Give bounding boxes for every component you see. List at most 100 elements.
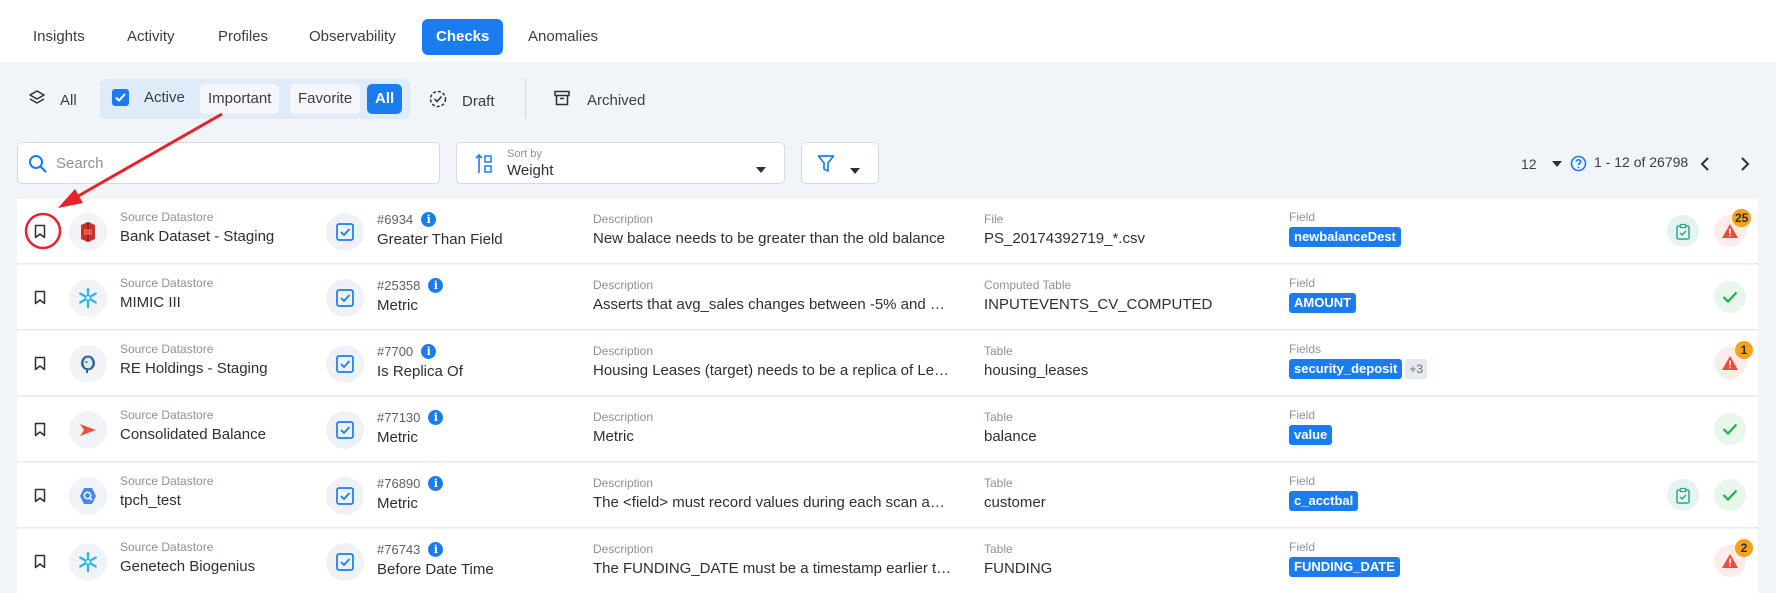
bookmark-icon[interactable] bbox=[34, 224, 46, 244]
datastore-name[interactable]: MIMIC III bbox=[120, 294, 181, 311]
datastore-name[interactable]: Bank Dataset - Staging bbox=[120, 228, 274, 245]
filter-favorite[interactable]: Favorite bbox=[290, 84, 361, 114]
field-label: Field bbox=[1289, 540, 1316, 554]
description-text: New balace needs to be greater than the … bbox=[593, 230, 945, 247]
check-id-line: #76890 i bbox=[377, 476, 444, 491]
check-id: #76890 bbox=[377, 476, 421, 491]
check-id-line: #7700 i bbox=[377, 344, 437, 359]
datastore-name[interactable]: Genetech Biogenius bbox=[120, 558, 255, 575]
bookmark-icon[interactable] bbox=[34, 488, 46, 508]
target-name[interactable]: INPUTEVENTS_CV_COMPUTED bbox=[984, 296, 1212, 313]
datastore-name[interactable]: tpch_test bbox=[120, 492, 181, 509]
field-badge[interactable]: value bbox=[1289, 425, 1333, 445]
target-name[interactable]: customer bbox=[984, 494, 1046, 511]
tab-checks[interactable]: Checks bbox=[422, 19, 504, 55]
check-name[interactable]: Metric bbox=[377, 297, 418, 314]
search-input[interactable] bbox=[56, 143, 426, 183]
chevron-left-icon[interactable] bbox=[1700, 157, 1710, 176]
field-badges: newbalanceDest bbox=[1289, 227, 1401, 247]
success-check-icon[interactable] bbox=[1714, 479, 1746, 511]
amazon-s3-icon bbox=[69, 213, 107, 251]
table-row[interactable]: Source Datastore MIMIC III #25358 i Metri… bbox=[17, 265, 1758, 330]
info-icon[interactable]: i bbox=[421, 212, 437, 227]
filter-active-all[interactable]: All bbox=[367, 84, 403, 114]
check-name[interactable]: Greater Than Field bbox=[377, 231, 503, 248]
check-id-line: #25358 i bbox=[377, 278, 444, 293]
table-row[interactable]: Source Datastore RE Holdings - Staging #… bbox=[17, 331, 1758, 396]
info-icon[interactable]: i bbox=[428, 278, 444, 293]
info-icon[interactable]: i bbox=[421, 344, 437, 359]
sort-select[interactable]: Sort by Weight bbox=[456, 142, 785, 184]
divider bbox=[525, 78, 526, 118]
target-label: Table bbox=[984, 542, 1013, 556]
field-label: Field bbox=[1289, 276, 1316, 290]
table-row[interactable]: Source Datastore Bank Dataset - Staging … bbox=[17, 199, 1758, 264]
success-check-icon[interactable] bbox=[1714, 413, 1746, 445]
description-label: Description bbox=[593, 344, 654, 358]
info-icon[interactable]: i bbox=[428, 476, 444, 491]
anomaly-count-badge: 1 bbox=[1735, 341, 1753, 359]
datastore-label: Source Datastore bbox=[120, 408, 214, 422]
sort-icon bbox=[474, 153, 494, 180]
filter-draft[interactable]: Draft bbox=[428, 89, 495, 113]
filter-archived-label: Archived bbox=[587, 91, 646, 109]
field-label: Field bbox=[1289, 474, 1316, 488]
check-name[interactable]: Is Replica Of bbox=[377, 363, 463, 380]
filter-all[interactable]: All bbox=[28, 89, 77, 111]
chevron-right-icon[interactable] bbox=[1740, 157, 1750, 176]
status-filter-bar: All Active Important Favorite All Draft … bbox=[0, 62, 1776, 136]
success-check-icon[interactable] bbox=[1714, 281, 1746, 313]
info-icon[interactable]: i bbox=[428, 542, 444, 557]
table-row[interactable]: Source Datastore tpch_test #76890 i Metri… bbox=[17, 463, 1758, 528]
checkbox-checked-icon[interactable] bbox=[112, 89, 129, 106]
check-id: #6934 bbox=[377, 212, 414, 227]
field-badge[interactable]: c_acctbal bbox=[1289, 491, 1359, 511]
tab-insights[interactable]: Insights bbox=[19, 19, 99, 55]
tab-observability[interactable]: Observability bbox=[295, 19, 410, 55]
field-badge[interactable]: FUNDING_DATE bbox=[1289, 557, 1400, 577]
description-text: The FUNDING_DATE must be a timestamp ear… bbox=[593, 560, 953, 577]
target-name[interactable]: FUNDING bbox=[984, 560, 1052, 577]
postgresql-icon bbox=[69, 345, 107, 383]
target-name[interactable]: PS_20174392719_*.csv bbox=[984, 230, 1145, 247]
draft-icon bbox=[428, 89, 448, 113]
filter-archived[interactable]: Archived bbox=[553, 89, 645, 111]
check-id: #25358 bbox=[377, 278, 421, 293]
description-text: Housing Leases (target) needs to be a re… bbox=[593, 362, 953, 379]
bookmark-icon[interactable] bbox=[34, 290, 46, 310]
info-icon[interactable]: i bbox=[428, 410, 444, 425]
table-row[interactable]: Source Datastore Genetech Biogenius #767… bbox=[17, 529, 1758, 593]
more-fields-badge[interactable]: +3 bbox=[1405, 359, 1428, 379]
clipboard-check-icon[interactable] bbox=[1667, 215, 1699, 247]
bookmark-icon[interactable] bbox=[34, 422, 46, 442]
check-name[interactable]: Metric bbox=[377, 495, 418, 512]
field-badge[interactable]: newbalanceDest bbox=[1289, 227, 1401, 247]
help-icon[interactable] bbox=[1570, 155, 1587, 177]
target-name[interactable]: balance bbox=[984, 428, 1037, 445]
field-badge[interactable]: security_deposit bbox=[1289, 359, 1403, 379]
anomaly-count-badge: 25 bbox=[1732, 209, 1752, 227]
target-label: Table bbox=[984, 410, 1013, 424]
table-row[interactable]: Source Datastore Consolidated Balance #7… bbox=[17, 397, 1758, 462]
datastore-label: Source Datastore bbox=[120, 474, 214, 488]
page-size-select[interactable]: 12 bbox=[1521, 154, 1563, 172]
check-name[interactable]: Metric bbox=[377, 429, 418, 446]
tab-activity[interactable]: Activity bbox=[113, 19, 189, 55]
datastore-name[interactable]: RE Holdings - Staging bbox=[120, 360, 268, 377]
bookmark-icon[interactable] bbox=[34, 554, 46, 574]
target-name[interactable]: housing_leases bbox=[984, 362, 1088, 379]
filter-active[interactable]: Active bbox=[112, 89, 185, 106]
bookmark-icon[interactable] bbox=[34, 356, 46, 376]
filter-all-label: All bbox=[60, 91, 77, 109]
tab-anomalies[interactable]: Anomalies bbox=[514, 19, 612, 55]
check-id-line: #6934 i bbox=[377, 212, 437, 227]
filter-important[interactable]: Important bbox=[200, 84, 280, 114]
check-name[interactable]: Before Date Time bbox=[377, 561, 494, 578]
description-label: Description bbox=[593, 410, 654, 424]
pagination-range: 1 - 12 of 26798 bbox=[1594, 154, 1689, 170]
tab-profiles[interactable]: Profiles bbox=[204, 19, 282, 55]
field-badge[interactable]: AMOUNT bbox=[1289, 293, 1357, 313]
filter-button[interactable] bbox=[801, 142, 879, 184]
datastore-name[interactable]: Consolidated Balance bbox=[120, 426, 266, 443]
clipboard-check-icon[interactable] bbox=[1667, 479, 1699, 511]
